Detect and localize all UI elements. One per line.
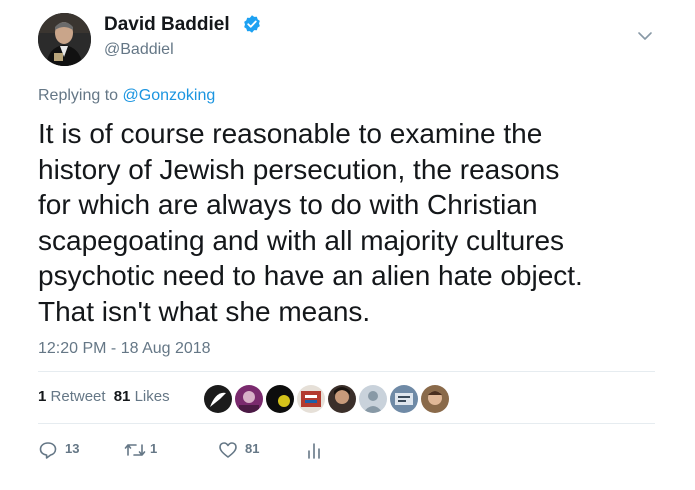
- liker-avatar[interactable]: [295, 383, 327, 415]
- liker-avatar[interactable]: [326, 383, 358, 415]
- tweet-text-line: It is of course reasonable to examine th…: [38, 118, 543, 149]
- reply-count: 13: [65, 441, 80, 456]
- avatar-icon: [390, 385, 418, 413]
- analytics-bar-icon: [308, 443, 320, 459]
- author-avatar[interactable]: [38, 13, 91, 66]
- divider: [38, 371, 655, 372]
- retweet-count: 1: [150, 441, 158, 456]
- heart-icon: [219, 442, 237, 458]
- tweet-text: It is of course reasonable to examine th…: [38, 116, 678, 329]
- likes-stat-count: 81: [113, 388, 131, 405]
- avatar-icon: [359, 385, 387, 413]
- avatar-icon: [421, 385, 449, 413]
- retweet-stat-label: Retweet: [50, 388, 106, 405]
- divider: [38, 423, 655, 424]
- liker-avatar[interactable]: [202, 383, 234, 415]
- avatar-icon: [204, 385, 232, 413]
- chevron-down-icon[interactable]: [637, 30, 653, 42]
- like-count: 81: [245, 441, 260, 456]
- tweet-text-line: history of Jewish persecution, the reaso…: [38, 153, 560, 185]
- liker-avatar[interactable]: [419, 383, 451, 415]
- reply-mention-link[interactable]: @Gonzoking: [123, 87, 216, 104]
- retweet-stat-count: 1: [38, 388, 47, 405]
- tweet-text-line: psychotic need to have an alien hate obj…: [38, 260, 583, 291]
- retweet-stat-link[interactable]: 1 Retweet: [38, 388, 106, 405]
- tweet-text-line: for which are always to do with Christia…: [38, 189, 538, 220]
- tweet-text-line: scapegoating and with all majority cultu…: [38, 224, 565, 256]
- liker-avatar[interactable]: [264, 383, 296, 415]
- retweet-button[interactable]: 1: [123, 438, 183, 462]
- person-photo-icon: [38, 13, 91, 66]
- tweet-timestamp[interactable]: 12:20 PM - 18 Aug 2018: [38, 340, 211, 358]
- reply-icon: [39, 442, 57, 459]
- avatar-icon: [328, 385, 356, 413]
- verified-badge-icon: [244, 15, 260, 33]
- reply-button[interactable]: 13: [38, 438, 98, 462]
- avatar-icon: [266, 385, 294, 413]
- avatar-icon: [235, 385, 263, 413]
- replying-to: Replying to @Gonzoking: [38, 87, 215, 105]
- author-handle[interactable]: @Baddiel: [104, 41, 174, 59]
- analytics-button[interactable]: [306, 438, 330, 462]
- tweet-text-line: That isn't what she means.: [38, 295, 371, 327]
- liker-avatar[interactable]: [357, 383, 389, 415]
- author-display-name[interactable]: David Baddiel: [104, 14, 230, 36]
- tweet-actions: 13 1 81: [38, 438, 358, 462]
- like-button[interactable]: 81: [218, 438, 278, 462]
- liker-avatar[interactable]: [233, 383, 265, 415]
- liker-avatar[interactable]: [388, 383, 420, 415]
- replying-to-label: Replying to: [38, 87, 119, 104]
- likes-stat-label: Likes: [134, 388, 170, 405]
- retweet-icon: [124, 444, 146, 456]
- likes-stat-link[interactable]: 81 Likes: [114, 388, 170, 405]
- engagement-stats: 1 Retweet 81 Likes: [38, 388, 174, 405]
- avatar-icon: [297, 385, 325, 413]
